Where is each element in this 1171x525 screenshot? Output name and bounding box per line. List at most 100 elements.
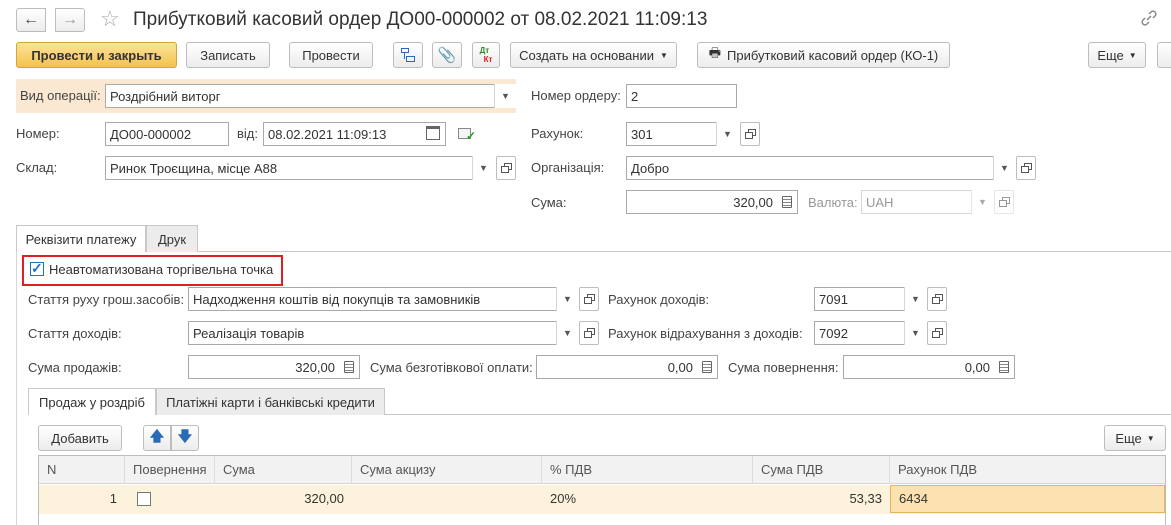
cash-flow-field[interactable]: Надходження коштів від покупців та замов… <box>188 287 578 311</box>
link-icon[interactable] <box>1140 9 1158 27</box>
tab-payment-details[interactable]: Реквізити платежу <box>16 225 146 252</box>
non-automated-checkbox-label: Неавтоматизована торгівельна точка <box>49 262 274 277</box>
income-item-field[interactable]: Реалізація товарів <box>188 321 578 345</box>
warehouse-dropdown[interactable]: ▼ <box>472 156 494 180</box>
move-up-button[interactable]: 🡅 <box>143 425 171 451</box>
return-amount-field[interactable]: 0,00 <box>843 355 1015 379</box>
tab-retail-sale[interactable]: Продаж у роздріб <box>28 388 156 415</box>
calculator-icon[interactable] <box>993 355 1015 379</box>
dt-kt-button[interactable]: Дт Кт <box>472 42 500 68</box>
warehouse-field[interactable]: Ринок Троєщина, місце А88 <box>105 156 494 180</box>
forward-button[interactable]: → <box>55 8 85 32</box>
column-header-vat-account[interactable]: Рахунок ПДВ <box>890 456 1165 484</box>
cash-flow-dropdown[interactable]: ▼ <box>556 287 578 311</box>
operation-type-label: Вид операції: <box>20 88 101 103</box>
income-item-dropdown[interactable]: ▼ <box>556 321 578 345</box>
table-row[interactable]: 1 320,00 20% 53,33 6434 <box>39 485 1165 514</box>
column-header-amount[interactable]: Сума <box>215 456 352 484</box>
organization-field[interactable]: Добро <box>626 156 1015 180</box>
cashless-amount-field[interactable]: 0,00 <box>536 355 718 379</box>
column-header-excise[interactable]: Сума акцизу <box>352 456 542 484</box>
tab-content-border-left <box>16 252 17 525</box>
structure-button[interactable] <box>393 42 423 68</box>
post-and-close-button[interactable]: Провести и закрыть <box>16 42 177 68</box>
dropdown-arrow-icon: ▼ <box>1146 433 1155 443</box>
cell-vat-rate: 20% <box>550 491 577 506</box>
add-row-button[interactable]: Добавить <box>38 425 122 451</box>
column-header-n[interactable]: N <box>39 456 125 484</box>
calculator-icon[interactable] <box>696 355 718 379</box>
cash-flow-open-button[interactable] <box>579 287 599 311</box>
date-label: від: <box>237 126 258 141</box>
post-button[interactable]: Провести <box>289 42 373 68</box>
retail-sales-table: N Повернення Сума Сума акцизу % ПДВ Сума… <box>38 455 1166 525</box>
tab-print[interactable]: Друк <box>146 225 198 252</box>
table-header: N Повернення Сума Сума акцизу % ПДВ Сума… <box>39 456 1165 484</box>
window-title: Прибутковий касовий ордер ДО00-000002 от… <box>133 9 708 30</box>
deduction-account-dropdown[interactable]: ▼ <box>904 321 926 345</box>
move-down-button[interactable]: 🡇 <box>171 425 199 451</box>
account-dropdown[interactable]: ▼ <box>716 122 738 146</box>
tab-cards-credits[interactable]: Платіжні карти і банківські кредити <box>156 388 385 415</box>
column-header-vat-rate[interactable]: % ПДВ <box>542 456 753 484</box>
dropdown-arrow-icon: ▼ <box>1128 50 1137 60</box>
income-account-open-button[interactable] <box>927 287 947 311</box>
calculator-icon[interactable] <box>338 355 360 379</box>
account-open-button[interactable] <box>740 122 760 146</box>
favorite-star-icon[interactable]: ☆ <box>100 4 120 34</box>
table-more-button[interactable]: Еще ▼ <box>1104 425 1166 451</box>
organization-dropdown[interactable]: ▼ <box>993 156 1015 180</box>
column-header-vat-amount[interactable]: Сума ПДВ <box>753 456 890 484</box>
create-based-on-button[interactable]: Создать на основании ▼ <box>510 42 677 68</box>
cell-vat-account[interactable]: 6434 <box>890 485 1165 513</box>
account-label: Рахунок: <box>531 126 584 141</box>
warehouse-open-button[interactable] <box>496 156 516 180</box>
more-button[interactable]: Еще ▼ <box>1088 42 1146 68</box>
deduction-account-open-button[interactable] <box>927 321 947 345</box>
date-field[interactable]: 08.02.2021 11:09:13 <box>263 122 446 146</box>
arrow-right-icon: → <box>62 11 78 28</box>
operation-type-select[interactable]: Роздрібний виторг <box>105 84 516 108</box>
number-label: Номер: <box>16 126 60 141</box>
currency-dropdown[interactable]: ▼ <box>971 190 993 214</box>
paperclip-icon: 📎 <box>437 47 457 64</box>
check-document-icon[interactable]: ✓ <box>458 126 476 142</box>
cell-vat-amount: 53,33 <box>849 491 882 506</box>
order-number-field[interactable]: 2 <box>626 84 737 108</box>
number-field[interactable]: ДО00-000002 <box>105 122 229 146</box>
amount-field[interactable]: 320,00 <box>626 190 798 214</box>
hierarchy-icon <box>401 48 415 62</box>
column-header-return[interactable]: Повернення <box>125 456 215 484</box>
order-number-label: Номер ордеру: <box>531 88 621 103</box>
cash-flow-label: Стаття руху грош.засобів: <box>28 292 185 307</box>
debit-credit-icon: Дт Кт <box>479 46 493 64</box>
income-account-dropdown[interactable]: ▼ <box>904 287 926 311</box>
organization-open-button[interactable] <box>1016 156 1036 180</box>
arrow-up-icon: 🡅 <box>149 428 165 444</box>
arrow-left-icon: ← <box>23 11 39 28</box>
non-automated-checkbox[interactable]: ✓ <box>30 260 44 276</box>
print-ko1-button[interactable]: 🖶 Прибутковий касовий ордер (КО-1) <box>697 42 950 68</box>
sales-amount-field[interactable]: 320,00 <box>188 355 360 379</box>
printer-icon: 🖶 <box>708 45 722 60</box>
cell-n: 1 <box>109 491 117 506</box>
income-item-open-button[interactable] <box>579 321 599 345</box>
cell-amount: 320,00 <box>304 491 344 506</box>
calendar-icon[interactable] <box>426 126 440 140</box>
back-button[interactable]: ← <box>16 8 46 32</box>
attach-button[interactable]: 📎 <box>432 42 462 68</box>
return-checkbox[interactable] <box>137 492 151 506</box>
operation-type-dropdown[interactable]: ▼ <box>494 84 516 108</box>
save-button[interactable]: Записать <box>186 42 270 68</box>
cell-excise <box>352 485 542 513</box>
currency-label: Валюта: <box>808 195 858 210</box>
income-item-label: Стаття доходів: <box>28 326 122 341</box>
checkmark-icon: ✓ <box>31 260 43 276</box>
calculator-icon[interactable] <box>776 190 798 214</box>
organization-label: Організація: <box>531 160 605 175</box>
amount-label: Сума: <box>531 195 567 210</box>
deduction-account-label: Рахунок відрахування з доходів: <box>608 326 803 341</box>
arrow-down-icon: 🡇 <box>177 428 193 444</box>
help-button[interactable] <box>1157 42 1171 68</box>
currency-open-button[interactable] <box>994 190 1014 214</box>
